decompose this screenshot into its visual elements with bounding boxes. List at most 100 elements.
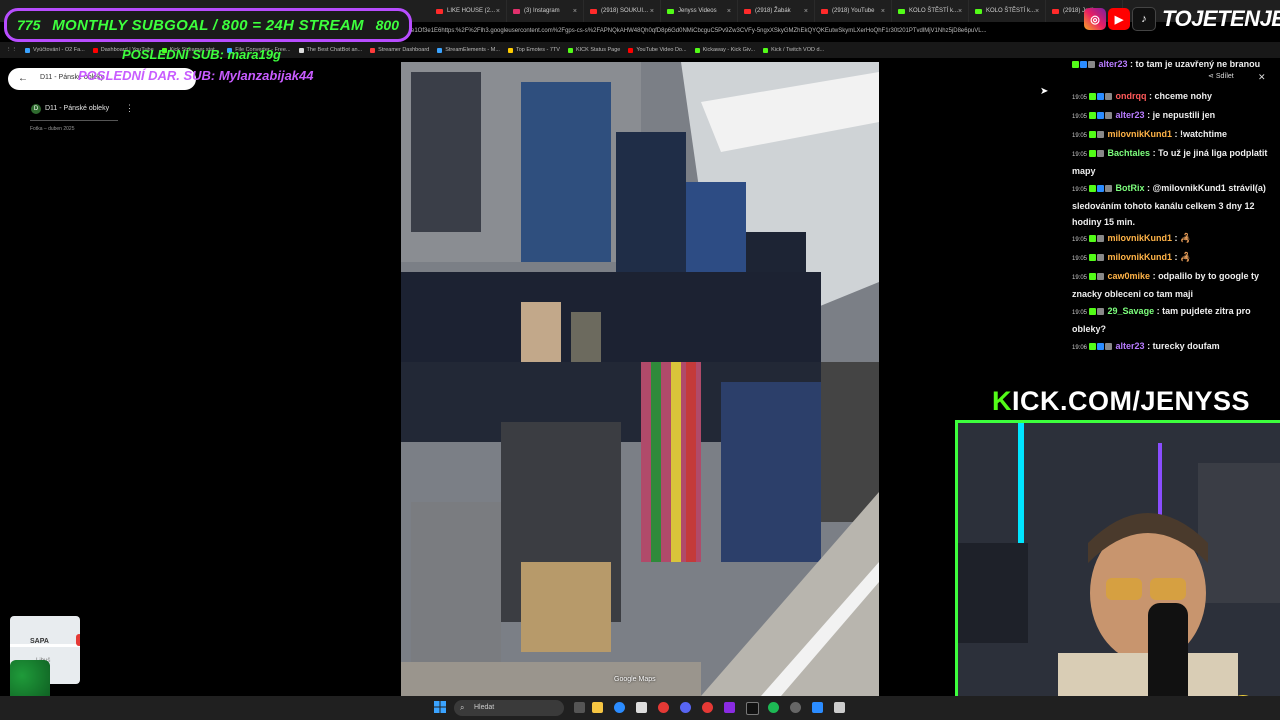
- app-icon[interactable]: [790, 702, 801, 713]
- badge-icon: [1105, 112, 1113, 120]
- kick-badge-icon: [1089, 254, 1097, 262]
- photo-date: Fotka – duben 2025: [30, 126, 75, 132]
- youtube-icon: [1052, 8, 1059, 14]
- windows-start-icon[interactable]: [434, 701, 446, 713]
- badge-icon: [1097, 131, 1105, 139]
- chrome-icon[interactable]: [658, 702, 669, 713]
- browser-tab[interactable]: (3) Instagram ×: [507, 0, 584, 22]
- sub-badge-icon: [1097, 112, 1105, 120]
- chat-user[interactable]: alter23: [1116, 341, 1145, 351]
- bookmark-item[interactable]: Streamer Dashboard: [370, 47, 429, 53]
- chat-user[interactable]: milovnikKund1: [1108, 252, 1173, 262]
- chat-time: 19:05: [1072, 237, 1088, 243]
- chat-message: 19:05 Bachtales : To už je jiná liga pod…: [1072, 148, 1268, 176]
- browser-tab[interactable]: KOLO ŠTĚSTÍ k... ×: [969, 0, 1046, 22]
- chat-user[interactable]: alter23: [1099, 59, 1128, 69]
- close-icon[interactable]: ×: [573, 8, 577, 15]
- chrome-icon[interactable]: [702, 702, 713, 713]
- bookmark-favicon-icon: [298, 47, 304, 53]
- close-icon[interactable]: ×: [958, 8, 962, 15]
- street-photo[interactable]: [401, 62, 879, 696]
- close-icon[interactable]: ×: [1035, 8, 1039, 15]
- browser-tab[interactable]: (2918) SOUKUI... ×: [584, 0, 661, 22]
- chat-text: 🦂: [1180, 233, 1192, 243]
- kick-badge-icon: [1089, 343, 1097, 351]
- webcam-frame: [955, 420, 1280, 720]
- bookmark-item[interactable]: Top Emotes - 7TV: [507, 47, 560, 53]
- kick-icon: [975, 8, 982, 14]
- app-icon[interactable]: [812, 702, 823, 713]
- kick-badge-icon: [1072, 61, 1079, 69]
- tab-label: (2918) Žabák: [755, 8, 791, 14]
- sub-badge-icon: [1080, 61, 1087, 69]
- close-icon[interactable]: ×: [650, 8, 654, 15]
- chat-user[interactable]: caw0mike: [1108, 271, 1151, 281]
- bookmark-item[interactable]: YouTube Video Do...: [628, 47, 687, 53]
- app-icon[interactable]: [724, 702, 735, 713]
- webcam-feed: [958, 423, 1280, 720]
- chat-user[interactable]: BotRix: [1116, 183, 1145, 193]
- subgoal-bar: 775 MONTHLY SUBGOAL / 800 = 24H STREAM 8…: [4, 8, 412, 42]
- app-icon[interactable]: [834, 702, 845, 713]
- chat-time: 19:05: [1072, 256, 1088, 262]
- chat-user[interactable]: milovnikKund1: [1108, 233, 1173, 243]
- chat-time: 19:05: [1072, 152, 1088, 158]
- kick-badge-icon: [1089, 131, 1097, 139]
- file-explorer-icon[interactable]: [592, 702, 603, 713]
- address-bar[interactable]: 8U2e1Of3e1E6https:%2F%2Flh3.googleuserco…: [400, 24, 1080, 38]
- place-name[interactable]: D11 - Pánské obleky: [45, 105, 109, 112]
- chat-time: 19:05: [1072, 114, 1088, 120]
- close-icon[interactable]: ×: [496, 8, 500, 15]
- chat-user[interactable]: alter23: [1116, 110, 1145, 120]
- bookmark-item[interactable]: Kickaway - Kick Giv...: [694, 47, 755, 53]
- kick-badge-icon: [1089, 308, 1097, 316]
- browser-tab[interactable]: (2918) Žabák ×: [738, 0, 815, 22]
- youtube-icon: [821, 8, 828, 14]
- close-icon[interactable]: ×: [727, 8, 731, 15]
- chat-user[interactable]: milovnikKund1: [1108, 129, 1173, 139]
- badge-icon: [1105, 343, 1113, 351]
- bookmark-favicon-icon: [92, 47, 98, 53]
- search-icon: ⌕: [460, 703, 465, 712]
- bookmark-favicon-icon: [507, 47, 513, 53]
- bookmark-item[interactable]: Vyúčtování - O2 Fa...: [25, 47, 85, 53]
- badge-icon: [1097, 254, 1105, 262]
- back-arrow-icon[interactable]: ←: [18, 73, 28, 84]
- bookmark-item[interactable]: StreamElements - M...: [437, 47, 500, 53]
- taskbar-search[interactable]: ⌕ Hledat: [454, 700, 564, 716]
- chat-time: 19:06: [1072, 345, 1088, 351]
- more-options-icon[interactable]: ⋮: [125, 103, 134, 114]
- bookmark-item[interactable]: The Best ChatBot an...: [298, 47, 362, 53]
- browser-tab[interactable]: KOLO ŠTĚSTÍ k... ×: [892, 0, 969, 22]
- tab-label: (2918) YouTube: [832, 8, 875, 14]
- social-handle: TOJETENJENYS: [1162, 6, 1280, 31]
- browser-tab[interactable]: (2918) YouTube ×: [815, 0, 892, 22]
- chat-user[interactable]: Bachtales: [1108, 148, 1151, 158]
- bookmark-item[interactable]: Kick / Twitch VOD d...: [763, 47, 824, 53]
- social-handles: ◎ ▶ ♪ TOJETENJENYS: [1084, 6, 1280, 32]
- browser-tab[interactable]: Jenyss Videos ×: [661, 0, 738, 22]
- badge-icon: [1097, 273, 1105, 281]
- task-view-icon[interactable]: [574, 702, 585, 713]
- close-icon[interactable]: ×: [804, 8, 808, 15]
- chat-text: to tam je uzavřený ne branou: [1135, 59, 1261, 69]
- browser-tab[interactable]: LIKE HOUSE (2... ×: [430, 0, 507, 22]
- chat-user[interactable]: ondrqq: [1116, 91, 1147, 101]
- store-icon[interactable]: [636, 702, 647, 713]
- kick-badge-icon: [1089, 273, 1097, 281]
- discord-icon[interactable]: [680, 702, 691, 713]
- chat-message: 19:05 alter23 : je nepustili jen: [1072, 110, 1216, 120]
- chat-message: alter23 : to tam je uzavřený ne branou: [1072, 56, 1272, 72]
- subgoal-count: 775: [17, 17, 41, 33]
- last-donation-label: POSLEDNÍ DAR. SUB: Mylanzabijak44: [78, 68, 314, 83]
- apps-grid-icon[interactable]: ⋮⋮: [6, 47, 17, 53]
- close-icon[interactable]: ×: [881, 8, 885, 15]
- edge-icon[interactable]: [614, 702, 625, 713]
- kick-badge-icon: [1089, 185, 1097, 193]
- kick-badge-icon: [1089, 112, 1097, 120]
- obs-icon[interactable]: [746, 702, 759, 715]
- spotify-icon[interactable]: [768, 702, 779, 713]
- subgoal-target: 800: [375, 17, 399, 33]
- chat-user[interactable]: 29_Savage: [1108, 306, 1155, 316]
- bookmark-item[interactable]: KICK Status Page: [567, 47, 620, 53]
